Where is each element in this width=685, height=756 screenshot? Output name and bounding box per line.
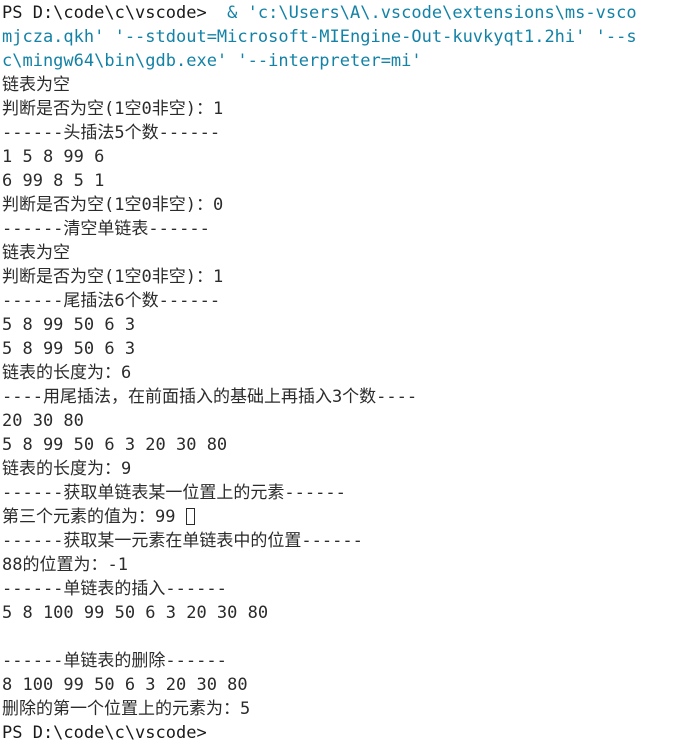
terminal-line: 链表为空	[2, 241, 685, 265]
terminal-line: ----用尾插法，在前面插入的基础上再插入3个数----	[2, 385, 685, 409]
terminal-line: 第三个元素的值为：99	[2, 505, 685, 529]
terminal-line: 5 8 99 50 6 3	[2, 313, 685, 337]
program-output-text: ------头插法5个数------	[2, 123, 221, 143]
program-output-text: 删除的第一个位置上的元素为：5	[2, 699, 251, 719]
terminal-line: ------获取单链表某一位置上的元素------	[2, 481, 685, 505]
program-output-text: ------单链表的插入------	[2, 579, 227, 599]
program-output-text: 5 8 99 50 6 3 20 30 80	[2, 435, 238, 455]
terminal-line: PS D:\code\c\vscode>	[2, 721, 685, 745]
program-output-text: ------获取某一元素在单链表中的位置------	[2, 531, 363, 551]
terminal-line: 判断是否为空(1空0非空)：1	[2, 97, 685, 121]
terminal-line: ------清空单链表------	[2, 217, 685, 241]
program-output-text: ------尾插法6个数------	[2, 291, 221, 311]
terminal-line: 链表的长度为：9	[2, 457, 685, 481]
terminal-line: 88的位置为：-1	[2, 553, 685, 577]
program-output-text: 判断是否为空(1空0非空)：0	[2, 195, 224, 215]
program-output-text: 5 8 99 50 6 3	[2, 339, 146, 359]
program-output-text: 链表的长度为：9	[2, 459, 132, 479]
program-output-text: 链表为空	[2, 243, 70, 263]
terminal-line: 20 30 80	[2, 409, 685, 433]
program-output-text: 5 8 99 50 6 3	[2, 315, 146, 335]
terminal-line: mjcza.qkh' '--stdout=Microsoft-MIEngine-…	[2, 25, 685, 49]
program-output-text: 链表的长度为：6	[2, 363, 132, 383]
terminal-line: 6 99 8 5 1	[2, 169, 685, 193]
program-output-text: 1 5 8 99 6	[2, 147, 115, 167]
shell-prompt: PS D:\code\c\vscode>	[2, 3, 207, 23]
terminal-line: 8 100 99 50 6 3 20 30 80	[2, 673, 685, 697]
terminal-line: ------单链表的删除------	[2, 649, 685, 673]
program-output-text: 链表为空	[2, 75, 70, 95]
terminal-line: ------获取某一元素在单链表中的位置------	[2, 529, 685, 553]
terminal-output-pane[interactable]: PS D:\code\c\vscode> & 'c:\Users\A\.vsco…	[0, 0, 685, 756]
terminal-line: 判断是否为空(1空0非空)：0	[2, 193, 685, 217]
program-output-text: ------获取单链表某一位置上的元素------	[2, 483, 346, 503]
program-output-text: 判断是否为空(1空0非空)：1	[2, 267, 224, 287]
terminal-line: 判断是否为空(1空0非空)：1	[2, 265, 685, 289]
terminal-line: ------尾插法6个数------	[2, 289, 685, 313]
command-text: mjcza.qkh' '--stdout=Microsoft-MIEngine-…	[2, 27, 637, 47]
terminal-line-list: PS D:\code\c\vscode> & 'c:\Users\A\.vsco…	[2, 1, 685, 745]
terminal-line: 链表为空	[2, 73, 685, 97]
shell-prompt: PS D:\code\c\vscode>	[2, 723, 207, 743]
program-output-text: 判断是否为空(1空0非空)：1	[2, 99, 224, 119]
terminal-line: 链表的长度为：6	[2, 361, 685, 385]
terminal-line: 1 5 8 99 6	[2, 145, 685, 169]
program-output-text: 5 8 100 99 50 6 3 20 30 80	[2, 603, 279, 623]
program-output-text: ------清空单链表------	[2, 219, 210, 239]
program-output-text: 88的位置为：-1	[2, 555, 128, 575]
terminal-line: 5 8 99 50 6 3 20 30 80	[2, 433, 685, 457]
terminal-line: 5 8 100 99 50 6 3 20 30 80	[2, 601, 685, 625]
terminal-line: PS D:\code\c\vscode> & 'c:\Users\A\.vsco…	[2, 1, 685, 25]
text-cursor	[185, 508, 195, 525]
program-output-text: 6 99 8 5 1	[2, 171, 115, 191]
program-output-text: ------单链表的删除------	[2, 651, 227, 671]
program-output-text: 8 100 99 50 6 3 20 30 80	[2, 675, 258, 695]
terminal-line: ------单链表的插入------	[2, 577, 685, 601]
program-output-text: ----用尾插法，在前面插入的基础上再插入3个数----	[2, 387, 418, 407]
program-output-text: 20 30 80	[2, 411, 95, 431]
command-text: & 'c:\Users\A\.vscode\extensions\ms-vsco	[206, 3, 637, 23]
program-output-text: 第三个元素的值为：99	[2, 507, 186, 527]
command-text: c\mingw64\bin\gdb.exe' '--interpreter=mi…	[2, 51, 422, 71]
terminal-line: 删除的第一个位置上的元素为：5	[2, 697, 685, 721]
terminal-line: 5 8 99 50 6 3	[2, 337, 685, 361]
terminal-line: c\mingw64\bin\gdb.exe' '--interpreter=mi…	[2, 49, 685, 73]
terminal-line: ------头插法5个数------	[2, 121, 685, 145]
